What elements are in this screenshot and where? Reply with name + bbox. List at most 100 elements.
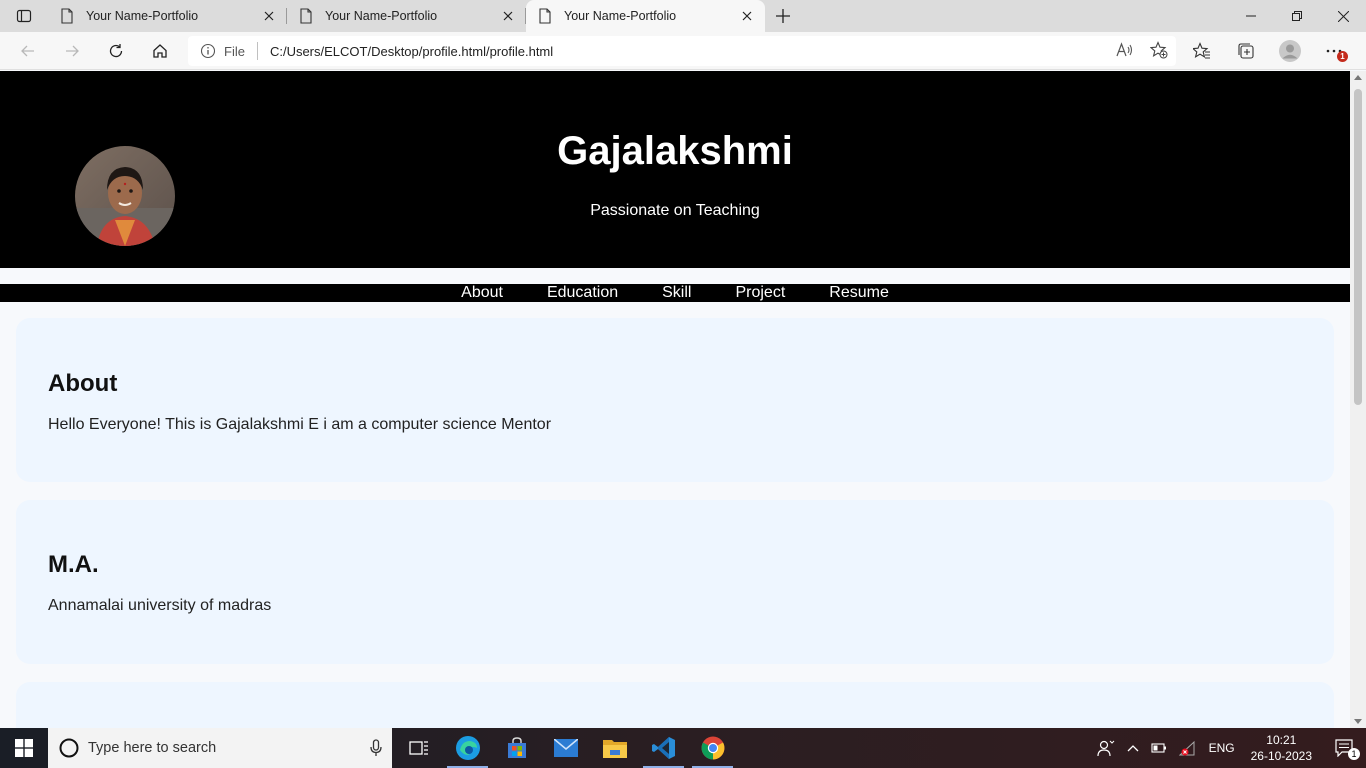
restore-button[interactable] bbox=[1274, 0, 1320, 32]
taskbar-vscode-button[interactable] bbox=[639, 728, 688, 768]
about-section: About Hello Everyone! This is Gajalakshm… bbox=[16, 318, 1334, 482]
search-icon bbox=[59, 738, 79, 758]
site-info-button[interactable]: File bbox=[200, 43, 245, 59]
read-aloud-icon bbox=[1116, 41, 1133, 56]
clock[interactable]: 10:21 26-10-2023 bbox=[1241, 728, 1322, 768]
profile-button[interactable] bbox=[1268, 32, 1312, 70]
action-center-count: 1 bbox=[1348, 748, 1360, 760]
forward-button[interactable] bbox=[50, 32, 94, 70]
scrollbar-thumb[interactable] bbox=[1354, 89, 1362, 405]
task-view-icon bbox=[408, 741, 428, 755]
close-icon bbox=[503, 11, 513, 21]
close-window-button[interactable] bbox=[1320, 0, 1366, 32]
task-view-button[interactable] bbox=[394, 728, 443, 768]
close-tab-button[interactable] bbox=[739, 8, 755, 24]
clock-time: 10:21 bbox=[1266, 733, 1297, 747]
store-bag-icon bbox=[507, 737, 526, 758]
profile-tagline: Passionate on Teaching bbox=[590, 202, 760, 219]
close-tab-button[interactable] bbox=[261, 8, 277, 24]
nav-link-skill[interactable]: Skill bbox=[640, 284, 713, 302]
battery-icon bbox=[1151, 743, 1166, 753]
back-button[interactable] bbox=[6, 32, 50, 70]
action-center-button[interactable]: 1 bbox=[1322, 728, 1366, 768]
section-heading: About bbox=[48, 370, 118, 397]
start-button[interactable] bbox=[0, 728, 48, 768]
tab-actions-icon bbox=[16, 9, 32, 23]
address-bar[interactable]: File C:/Users/ELCOT/Desktop/profile.html… bbox=[188, 36, 1176, 66]
taskbar-mail-button[interactable] bbox=[541, 728, 590, 768]
close-icon bbox=[1337, 10, 1349, 22]
info-icon bbox=[200, 43, 216, 59]
refresh-button[interactable] bbox=[94, 32, 138, 70]
scroll-up-arrow-icon[interactable] bbox=[1354, 75, 1362, 80]
nav-link-project[interactable]: Project bbox=[713, 284, 807, 302]
new-tab-button[interactable] bbox=[765, 0, 801, 32]
add-favorite-button[interactable] bbox=[1149, 40, 1168, 62]
address-divider bbox=[256, 42, 258, 60]
taskbar-store-button[interactable] bbox=[492, 728, 541, 768]
chrome-icon bbox=[701, 736, 724, 760]
folder-icon bbox=[602, 740, 627, 758]
home-icon bbox=[153, 43, 167, 58]
scroll-down-arrow-icon[interactable] bbox=[1354, 719, 1362, 724]
profile-name: Gajalakshmi bbox=[557, 129, 793, 173]
arrow-left-icon bbox=[21, 45, 34, 56]
windows-logo-icon bbox=[15, 739, 33, 757]
nav-link-resume[interactable]: Resume bbox=[807, 284, 911, 302]
network-status[interactable] bbox=[1173, 728, 1203, 768]
browser-tab-2[interactable]: Your Name-Portfolio bbox=[287, 0, 526, 32]
close-icon bbox=[264, 11, 274, 21]
url-text[interactable]: C:/Users/ELCOT/Desktop/profile.html/prof… bbox=[270, 44, 553, 59]
taskbar-file-explorer-button[interactable] bbox=[590, 728, 639, 768]
nav-link-education[interactable]: Education bbox=[525, 284, 640, 302]
page-viewport: Gajalakshmi Passionate on Teaching About… bbox=[0, 71, 1350, 728]
close-icon bbox=[742, 11, 752, 21]
microphone-icon[interactable] bbox=[370, 739, 382, 757]
windows-taskbar: Type here to search ENG 10:21 26-10-2023… bbox=[0, 728, 1366, 768]
refresh-icon bbox=[109, 43, 123, 57]
arrow-right-icon bbox=[66, 45, 79, 56]
page-scrollbar[interactable] bbox=[1350, 71, 1366, 728]
browser-tab-1[interactable]: Your Name-Portfolio bbox=[48, 0, 287, 32]
collections-icon bbox=[1238, 43, 1254, 59]
language-indicator[interactable]: ENG bbox=[1203, 728, 1241, 768]
avatar-icon bbox=[1279, 40, 1301, 62]
tab-title: Your Name-Portfolio bbox=[325, 9, 438, 23]
tab-actions-button[interactable] bbox=[0, 0, 48, 32]
document-icon bbox=[539, 8, 551, 24]
vscode-icon bbox=[651, 737, 675, 759]
taskbar-search-box[interactable]: Type here to search bbox=[48, 728, 392, 768]
browser-toolbar-right: 1 bbox=[1180, 32, 1356, 70]
show-hidden-icons-button[interactable] bbox=[1121, 728, 1145, 768]
clock-date: 26-10-2023 bbox=[1250, 749, 1312, 763]
document-icon bbox=[61, 8, 73, 24]
tab-title: Your Name-Portfolio bbox=[564, 9, 677, 23]
section-text: Annamalai university of madras bbox=[48, 597, 272, 614]
browser-tab-strip: Your Name-Portfolio Your Name-Portfolio … bbox=[0, 0, 1366, 32]
document-icon bbox=[300, 8, 312, 24]
search-placeholder: Type here to search bbox=[88, 740, 217, 756]
chevron-up-icon bbox=[1127, 745, 1139, 752]
battery-status[interactable] bbox=[1145, 728, 1173, 768]
next-section bbox=[16, 682, 1334, 728]
collections-button[interactable] bbox=[1224, 32, 1268, 70]
system-tray: ENG 10:21 26-10-2023 1 bbox=[1091, 728, 1366, 768]
minimize-button[interactable] bbox=[1228, 0, 1274, 32]
taskbar-edge-button[interactable] bbox=[443, 728, 492, 768]
minimize-icon bbox=[1246, 15, 1256, 17]
star-add-icon bbox=[1149, 40, 1168, 58]
read-aloud-button[interactable] bbox=[1116, 41, 1134, 61]
settings-menu-button[interactable]: 1 bbox=[1312, 32, 1356, 70]
section-nav: About Education Skill Project Resume bbox=[0, 284, 1350, 302]
tab-title: Your Name-Portfolio bbox=[86, 9, 199, 23]
taskbar-chrome-button[interactable] bbox=[688, 728, 737, 768]
favorites-button[interactable] bbox=[1180, 32, 1224, 70]
network-disconnected-icon bbox=[1178, 740, 1195, 756]
nav-link-about[interactable]: About bbox=[439, 284, 525, 302]
people-button[interactable] bbox=[1091, 728, 1121, 768]
restore-icon bbox=[1292, 11, 1302, 21]
favorites-icon bbox=[1193, 42, 1210, 59]
close-tab-button[interactable] bbox=[500, 8, 516, 24]
browser-tab-3-active[interactable]: Your Name-Portfolio bbox=[526, 0, 765, 32]
home-button[interactable] bbox=[138, 32, 182, 70]
